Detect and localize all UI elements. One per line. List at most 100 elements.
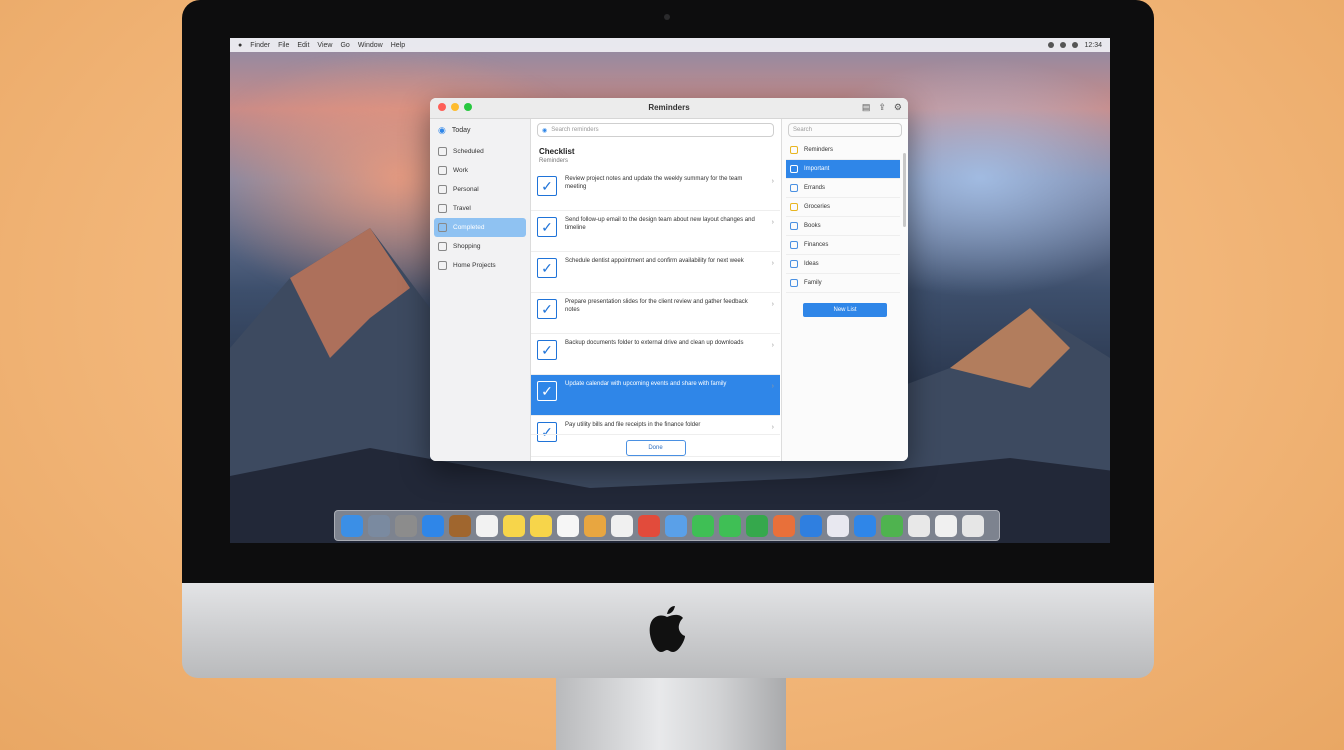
apple-menu-icon[interactable]: ● bbox=[238, 42, 242, 49]
list-color-icon bbox=[790, 146, 798, 154]
photos-icon[interactable] bbox=[611, 514, 633, 537]
share-icon[interactable]: ⇪ bbox=[878, 102, 886, 113]
keynote-icon[interactable] bbox=[854, 514, 876, 537]
list-item[interactable]: Important bbox=[786, 160, 900, 179]
sidebar-item[interactable]: Travel bbox=[434, 199, 526, 218]
chevron-right-icon[interactable]: › bbox=[772, 254, 774, 267]
list-item[interactable]: Reminders bbox=[786, 141, 900, 160]
menu-finder[interactable]: Finder bbox=[250, 42, 270, 49]
wifi-icon[interactable] bbox=[1048, 41, 1055, 48]
clock[interactable]: 12:34 bbox=[1084, 42, 1102, 49]
task-text: Pay utility bills and file receipts in t… bbox=[565, 422, 701, 428]
preview-icon[interactable] bbox=[665, 514, 687, 537]
lists-search-field[interactable]: Search bbox=[788, 123, 902, 137]
task-row[interactable]: ✓ Prepare presentation slides for the cli… bbox=[531, 293, 780, 334]
launchpad-icon[interactable] bbox=[368, 514, 390, 537]
sidebar-item[interactable]: Completed bbox=[434, 218, 526, 237]
checkbox-checked-icon[interactable]: ✓ bbox=[537, 176, 557, 196]
notes-icon[interactable] bbox=[503, 514, 525, 537]
downloads-folder-icon[interactable] bbox=[935, 514, 957, 537]
sidebar-item-label: Personal bbox=[453, 186, 479, 193]
list-item[interactable]: Ideas bbox=[786, 255, 900, 274]
search-icon: ◉ bbox=[542, 127, 548, 134]
maps-icon[interactable] bbox=[584, 514, 606, 537]
settings-icon[interactable]: ⚙ bbox=[894, 102, 902, 113]
chevron-right-icon[interactable]: › bbox=[772, 418, 774, 431]
app-store-icon[interactable] bbox=[800, 514, 822, 537]
sidebar-item[interactable]: Home Projects bbox=[434, 256, 526, 275]
list-item[interactable]: Finances bbox=[786, 236, 900, 255]
facetime-video-icon[interactable] bbox=[746, 514, 768, 537]
list-title: Checklist bbox=[539, 147, 575, 156]
sidebar-item-label: Shopping bbox=[453, 243, 481, 250]
safari-icon[interactable] bbox=[422, 514, 444, 537]
menu-window[interactable]: Window bbox=[358, 42, 383, 49]
list-item[interactable]: Family bbox=[786, 274, 900, 293]
list-color-icon bbox=[790, 260, 798, 268]
checkbox-checked-icon[interactable]: ✓ bbox=[537, 258, 557, 278]
sidebar-header-label: Today bbox=[451, 127, 471, 134]
menu-help[interactable]: Help bbox=[391, 42, 405, 49]
menu-view[interactable]: View bbox=[317, 42, 332, 49]
task-list: ✓ Review project notes and update the wee… bbox=[531, 170, 780, 457]
task-row[interactable]: ✓ Update calendar with upcoming events an… bbox=[531, 375, 780, 416]
done-button[interactable]: Done bbox=[625, 440, 686, 456]
photo-booth-icon[interactable] bbox=[638, 514, 660, 537]
chevron-right-icon[interactable]: › bbox=[772, 377, 774, 390]
today-icon: ◉ bbox=[438, 125, 446, 135]
finder-icon[interactable] bbox=[341, 514, 363, 537]
contacts-icon[interactable] bbox=[449, 514, 471, 537]
list-item[interactable]: Groceries bbox=[786, 198, 900, 217]
list-item[interactable]: Errands bbox=[786, 179, 900, 198]
list-item-label: Books bbox=[804, 223, 821, 229]
checkbox-checked-icon[interactable]: ✓ bbox=[537, 381, 557, 401]
task-row[interactable]: ✓ Schedule dentist appointment and confir… bbox=[531, 252, 780, 293]
battery-icon[interactable] bbox=[1060, 41, 1067, 48]
itunes-icon[interactable] bbox=[773, 514, 795, 537]
list-item-label: Groceries bbox=[804, 204, 831, 210]
checkbox-checked-icon[interactable]: ✓ bbox=[537, 217, 557, 237]
checkbox-checked-icon[interactable]: ✓ bbox=[537, 340, 557, 360]
task-row[interactable]: ✓ Review project notes and update the wee… bbox=[531, 170, 780, 211]
menu-file[interactable]: File bbox=[278, 42, 289, 49]
sidebar-item[interactable]: Scheduled bbox=[434, 142, 526, 161]
facetime-icon[interactable] bbox=[692, 514, 714, 537]
list-color-icon bbox=[790, 241, 798, 249]
sidebar-item[interactable]: Personal bbox=[434, 180, 526, 199]
calendar-icon[interactable] bbox=[476, 514, 498, 537]
sidebar-item[interactable]: Work bbox=[434, 161, 526, 180]
chevron-right-icon[interactable]: › bbox=[772, 295, 774, 308]
stickies-icon[interactable] bbox=[530, 514, 552, 537]
dock bbox=[334, 510, 1000, 541]
task-row[interactable]: ✓ Send follow-up email to the design team… bbox=[531, 211, 780, 252]
list-item[interactable]: Books bbox=[786, 217, 900, 236]
menu-edit[interactable]: Edit bbox=[297, 42, 309, 49]
checkbox-checked-icon[interactable]: ✓ bbox=[537, 299, 557, 319]
reminders-icon[interactable] bbox=[557, 514, 579, 537]
list-subtitle: Reminders bbox=[539, 158, 569, 164]
menu-go[interactable]: Go bbox=[340, 42, 349, 49]
messages-icon[interactable] bbox=[719, 514, 741, 537]
sidebar-list: Scheduled Work Personal Travel Completed Shop… bbox=[430, 142, 530, 275]
numbers-icon[interactable] bbox=[881, 514, 903, 537]
spotlight-icon[interactable] bbox=[1072, 41, 1079, 48]
pages-icon[interactable] bbox=[908, 514, 930, 537]
scrollbar[interactable] bbox=[903, 153, 906, 227]
system-preferences-icon[interactable] bbox=[395, 514, 417, 537]
search-field[interactable]: ◉ Search reminders bbox=[537, 123, 774, 137]
list-color-icon bbox=[790, 165, 798, 173]
list-item-label: Important bbox=[804, 166, 830, 172]
sidebar-header[interactable]: ◉ Today bbox=[430, 119, 530, 142]
ibooks-icon[interactable] bbox=[827, 514, 849, 537]
task-text: Review project notes and update the week… bbox=[565, 176, 743, 190]
sidebar-toggle-icon[interactable]: ▤ bbox=[862, 102, 871, 113]
chevron-right-icon[interactable]: › bbox=[772, 172, 774, 185]
imac-stand bbox=[556, 678, 786, 750]
chevron-right-icon[interactable]: › bbox=[772, 213, 774, 226]
trash-icon[interactable] bbox=[962, 514, 984, 537]
chevron-right-icon[interactable]: › bbox=[772, 336, 774, 349]
sidebar-item[interactable]: Shopping bbox=[434, 237, 526, 256]
task-row[interactable]: ✓ Backup documents folder to external dri… bbox=[531, 334, 780, 375]
list-icon bbox=[438, 185, 447, 194]
new-list-button[interactable]: New List bbox=[803, 303, 887, 317]
